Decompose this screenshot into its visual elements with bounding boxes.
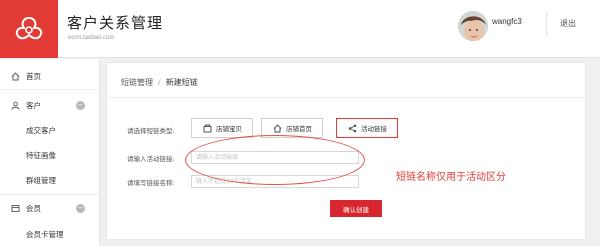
app-title: 客户关系管理: [67, 14, 164, 32]
activity-link-label: 请输入活动链接:: [127, 155, 175, 163]
header-divider: [546, 12, 547, 36]
sidebar-item-groups[interactable]: 群组管理: [0, 171, 100, 189]
confirm-create-button[interactable]: 确认创建: [330, 200, 382, 217]
annotation-text: 短链名称仅用于活动区分: [396, 172, 506, 183]
user-icon: [10, 100, 20, 110]
shop-item-icon: [202, 123, 212, 133]
sidebar-divider: [0, 89, 100, 90]
app-header: 客户关系管理 ecrm.taobao.com wangfc3 退出: [0, 0, 600, 58]
home-icon: [10, 71, 20, 81]
member-icon: [10, 203, 20, 213]
breadcrumb: 短链管理 / 新建短链: [121, 77, 198, 88]
type-button-label: 活动链接: [361, 125, 387, 133]
annotation-ellipse: [185, 135, 365, 185]
avatar-image: [458, 11, 488, 41]
collapse-toggle-icon[interactable]: −: [76, 100, 85, 110]
type-activity-link-button[interactable]: 活动链接: [336, 118, 398, 138]
type-shop-item-button[interactable]: 店铺宝贝: [191, 118, 253, 138]
logo-icon: [15, 16, 43, 40]
avatar[interactable]: [458, 11, 488, 41]
sidebar-item-member-cards[interactable]: 会员卡管理: [0, 225, 100, 243]
link-type-label: 请选择短链类型:: [127, 127, 175, 135]
sidebar-item-label: 特征画像: [26, 150, 56, 160]
sidebar-divider: [0, 194, 100, 195]
collapse-toggle-icon[interactable]: −: [76, 203, 85, 213]
logout-link[interactable]: 退出: [560, 18, 576, 29]
sidebar-item-label: 成交客户: [26, 125, 56, 135]
link-name-label: 请填写链接名称:: [127, 179, 175, 187]
sidebar-item-home[interactable]: 首页: [0, 67, 100, 85]
sidebar-item-label: 群组管理: [26, 175, 56, 185]
sidebar-item-label: 会员: [26, 203, 41, 213]
panel-divider: [107, 97, 585, 98]
sidebar: 首页 客户 − 成交客户 特征画像 群组管理 会员 − 会员卡管理: [0, 59, 100, 246]
sidebar-item-customer[interactable]: 客户 −: [0, 96, 100, 114]
app-domain: ecrm.taobao.com: [68, 35, 115, 41]
share-link-icon: [347, 123, 357, 133]
type-button-label: 店铺宝贝: [216, 125, 242, 133]
username[interactable]: wangfc3: [492, 17, 522, 26]
app-logo[interactable]: [0, 0, 58, 58]
sidebar-item-label: 首页: [26, 71, 41, 81]
breadcrumb-parent[interactable]: 短链管理: [121, 78, 153, 87]
sidebar-item-profile[interactable]: 特征画像: [0, 146, 100, 164]
sidebar-item-member[interactable]: 会员 −: [0, 199, 100, 217]
breadcrumb-separator: /: [158, 78, 161, 87]
type-button-label: 店铺首页: [286, 125, 312, 133]
sidebar-item-deal-customers[interactable]: 成交客户: [0, 121, 100, 139]
breadcrumb-current: 新建短链: [165, 78, 198, 87]
shop-home-icon: [272, 123, 282, 133]
sidebar-item-label: 会员卡管理: [26, 229, 64, 239]
sidebar-item-label: 客户: [26, 100, 41, 110]
